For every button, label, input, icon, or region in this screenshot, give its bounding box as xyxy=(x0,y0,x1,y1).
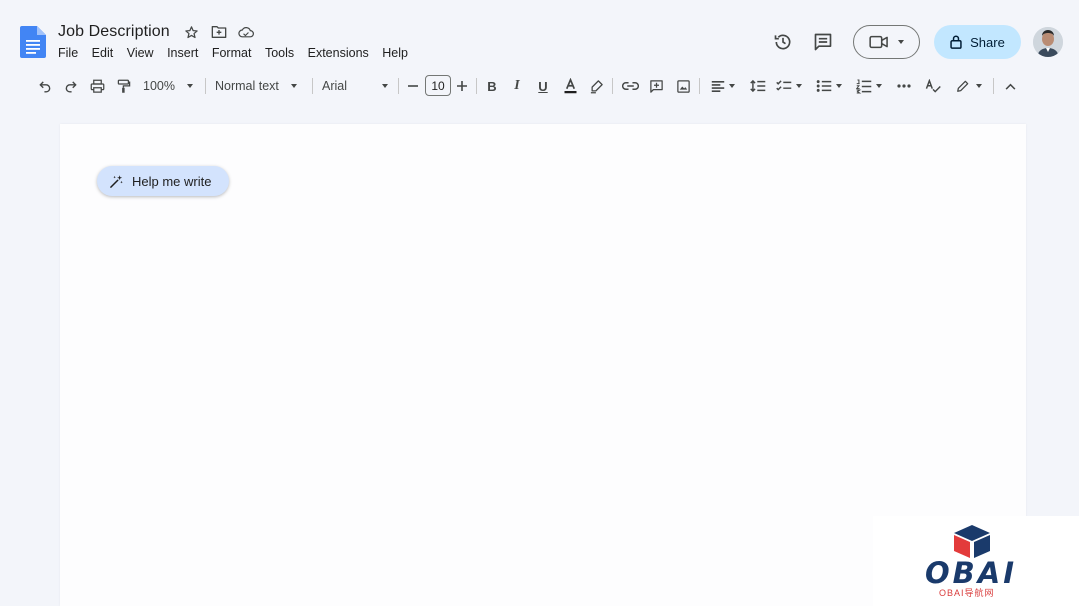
font-size-input[interactable]: 10 xyxy=(425,75,451,96)
menu-view[interactable]: View xyxy=(127,46,154,60)
zoom-value: 100% xyxy=(143,79,175,93)
paragraph-style-select[interactable]: Normal text xyxy=(215,72,301,100)
menu-tools[interactable]: Tools xyxy=(265,46,294,60)
paint-format-icon[interactable] xyxy=(115,72,133,100)
more-options-icon[interactable] xyxy=(894,72,914,100)
zoom-select[interactable]: 100% xyxy=(143,72,199,100)
cloud-saved-icon[interactable] xyxy=(238,24,254,40)
menu-extensions[interactable]: Extensions xyxy=(308,46,369,60)
lock-icon xyxy=(950,35,962,49)
menu-file[interactable]: File xyxy=(58,46,78,60)
move-folder-icon[interactable] xyxy=(211,24,227,40)
app-header: Job Description File Edit View Insert Fo… xyxy=(0,0,1079,70)
align-select[interactable] xyxy=(707,72,739,100)
version-history-icon[interactable] xyxy=(772,31,794,53)
star-icon[interactable] xyxy=(184,24,200,40)
redo-icon[interactable] xyxy=(62,72,80,100)
pencil-icon xyxy=(957,80,969,92)
increase-font-size-icon[interactable] xyxy=(455,72,469,100)
meet-button[interactable] xyxy=(853,25,920,59)
italic-icon[interactable]: I xyxy=(509,72,525,100)
paragraph-style-value: Normal text xyxy=(215,79,279,93)
avatar[interactable] xyxy=(1033,27,1063,57)
chevron-down-icon xyxy=(898,40,904,44)
magic-pen-icon xyxy=(110,174,123,188)
watermark-subtitle: OBAI导航网 xyxy=(939,588,995,598)
font-family-value: Arial xyxy=(322,79,348,93)
decrease-font-size-icon[interactable] xyxy=(406,72,420,100)
menu-bar: File Edit View Insert Format Tools Exten… xyxy=(58,46,422,60)
checklist-select[interactable] xyxy=(773,72,805,100)
chevron-down-icon xyxy=(876,84,882,88)
watermark: OBAI OBAI导航网 xyxy=(873,516,1079,606)
insert-link-icon[interactable] xyxy=(620,72,640,100)
bulleted-list-select[interactable] xyxy=(813,72,845,100)
share-label: Share xyxy=(970,34,1005,50)
menu-help[interactable]: Help xyxy=(382,46,408,60)
spelling-check-icon[interactable] xyxy=(924,72,942,100)
watermark-brand: OBAI xyxy=(925,556,1017,590)
align-left-icon xyxy=(711,80,725,92)
bold-icon[interactable]: B xyxy=(484,72,500,100)
chevron-down-icon xyxy=(729,84,735,88)
print-icon[interactable] xyxy=(88,72,106,100)
bulleted-list-icon xyxy=(816,80,832,92)
insert-image-icon[interactable] xyxy=(674,72,692,100)
highlight-color-icon[interactable] xyxy=(587,72,605,100)
divider xyxy=(993,78,994,94)
divider xyxy=(699,78,700,94)
help-me-write-label: Help me write xyxy=(132,173,212,189)
divider xyxy=(312,78,313,94)
menu-format[interactable]: Format xyxy=(212,46,252,60)
chevron-down-icon xyxy=(290,84,297,88)
divider xyxy=(612,78,613,94)
line-spacing-icon[interactable] xyxy=(748,72,768,100)
divider xyxy=(398,78,399,94)
add-comment-icon[interactable] xyxy=(647,72,665,100)
title-block: Job Description File Edit View Insert Fo… xyxy=(58,20,422,60)
video-camera-icon xyxy=(869,35,888,49)
chevron-down-icon xyxy=(382,84,388,88)
font-family-select[interactable]: Arial xyxy=(322,72,388,100)
menu-edit[interactable]: Edit xyxy=(92,46,114,60)
numbered-list-select[interactable] xyxy=(853,72,885,100)
chevron-down-icon xyxy=(186,84,193,88)
editing-mode-select[interactable] xyxy=(952,72,986,100)
hide-menus-icon[interactable] xyxy=(1002,72,1018,100)
text-color-icon[interactable] xyxy=(561,72,579,100)
help-me-write-button[interactable]: Help me write xyxy=(97,166,229,196)
document-title[interactable]: Job Description xyxy=(58,23,170,41)
chevron-down-icon xyxy=(976,84,982,88)
divider xyxy=(476,78,477,94)
chevron-down-icon xyxy=(796,84,802,88)
formatting-toolbar: 100% Normal text Arial 10 B I U xyxy=(0,72,1079,100)
menu-insert[interactable]: Insert xyxy=(167,46,198,60)
underline-icon[interactable]: U xyxy=(535,72,551,100)
numbered-list-icon xyxy=(856,78,872,94)
divider xyxy=(205,78,206,94)
docs-logo-icon[interactable] xyxy=(20,26,46,58)
checklist-icon xyxy=(776,80,792,91)
cube-logo-icon xyxy=(954,525,990,558)
comments-icon[interactable] xyxy=(812,31,834,53)
undo-icon[interactable] xyxy=(36,72,54,100)
share-button[interactable]: Share xyxy=(934,25,1021,59)
chevron-down-icon xyxy=(836,84,842,88)
